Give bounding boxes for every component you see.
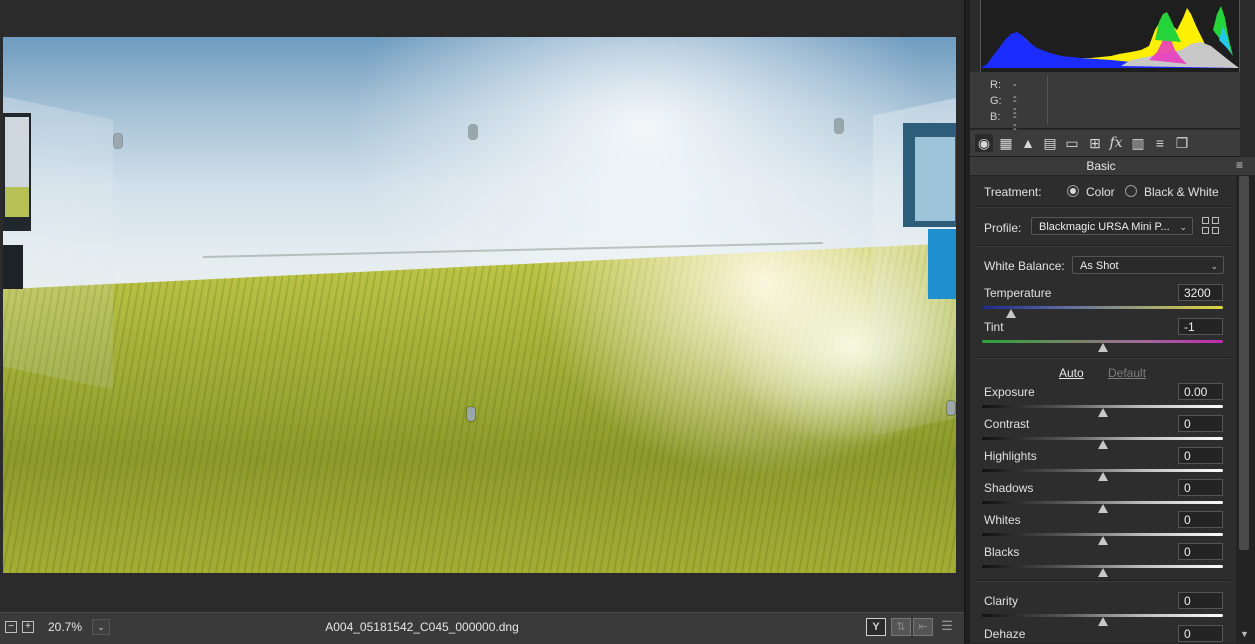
picture-frame-right-low: [928, 229, 956, 299]
b-label: B:: [990, 111, 1001, 123]
treatment-label: Treatment:: [984, 185, 1042, 199]
clarity-slider-thumb[interactable]: [1098, 617, 1108, 626]
rgb-readout: R: --- G: --- B: ---: [970, 72, 1240, 147]
file-name: A004_05181542_C045_000000.dng: [325, 620, 519, 634]
white-balance-select[interactable]: As Shot ⌄: [1072, 256, 1224, 274]
photo-preview[interactable]: [3, 37, 956, 573]
tool-tabs: ◉ ▦ ▲ ▤ ▭ ⊞ fx ▥ ≡ ❐: [970, 130, 1240, 157]
exposure-label: Exposure: [984, 385, 1035, 399]
picture-frame-left-low: [3, 245, 23, 289]
preview-preferences-icon[interactable]: ☰: [938, 618, 956, 634]
whites-label: Whites: [984, 513, 1021, 527]
basic-panel: Treatment: Color Black & White Profile: …: [970, 176, 1236, 643]
tint-label: Tint: [984, 320, 1004, 334]
treatment-color-radio[interactable]: [1067, 185, 1079, 197]
r-label: R:: [990, 79, 1001, 91]
contrast-slider-thumb[interactable]: [1098, 440, 1108, 449]
treatment-color-label[interactable]: Color: [1086, 185, 1115, 199]
exposure-slider-thumb[interactable]: [1098, 408, 1108, 417]
temperature-label: Temperature: [984, 286, 1052, 300]
lens-corrections-icon[interactable]: ⊞: [1086, 134, 1104, 152]
rgb-row-g: G: ---: [990, 95, 1017, 131]
presets-icon[interactable]: ≡: [1151, 134, 1169, 152]
panel-header: Basic ≡: [970, 157, 1255, 176]
white-balance-value: As Shot: [1080, 260, 1119, 272]
highlights-slider-thumb[interactable]: [1098, 472, 1108, 481]
standoff-bolt: [835, 119, 843, 133]
profile-browser-icon[interactable]: [1202, 217, 1220, 235]
standoff-bolt: [114, 134, 122, 148]
divider: [976, 357, 1230, 359]
auto-button[interactable]: Auto: [1059, 366, 1084, 380]
chevron-down-icon: ⌄: [1210, 261, 1218, 271]
dehaze-input[interactable]: 0: [1178, 625, 1223, 642]
panel-menu-icon[interactable]: ≡: [1236, 158, 1243, 172]
dehaze-label: Dehaze: [984, 627, 1026, 641]
contrast-input[interactable]: 0: [1178, 415, 1223, 432]
contrast-label: Contrast: [984, 417, 1030, 431]
before-after-y-button[interactable]: Y: [866, 618, 886, 636]
calibration-film-icon[interactable]: ▥: [1129, 134, 1147, 152]
standoff-bolt: [469, 125, 477, 139]
profile-label: Profile:: [984, 221, 1022, 235]
image-preview-area: − + 20.7% ⌄ A004_05181542_C045_000000.dn…: [0, 0, 964, 644]
default-button[interactable]: Default: [1108, 366, 1146, 380]
snapshots-icon[interactable]: ❐: [1173, 134, 1191, 152]
temperature-slider-track[interactable]: [982, 306, 1223, 309]
standoff-bolt: [947, 401, 955, 415]
blacks-label: Blacks: [984, 545, 1020, 559]
exposure-input[interactable]: 0.00: [1178, 383, 1223, 400]
right-panel: R: --- G: --- B: --- ◉▦▲▤▭⊞fx▥≡❐ Basic ≡…: [970, 0, 1255, 643]
shadows-input[interactable]: 0: [1178, 479, 1223, 496]
divider: [976, 206, 1230, 208]
rgb-separator: [1047, 76, 1048, 124]
detail-triangle-icon[interactable]: ▲: [1019, 134, 1037, 152]
g-label: G:: [990, 95, 1002, 107]
blacks-input[interactable]: 0: [1178, 543, 1223, 560]
temperature-slider-thumb[interactable]: [1006, 309, 1016, 318]
divider: [976, 580, 1230, 582]
aperture-icon[interactable]: ◉: [975, 134, 993, 152]
picture-frame-left-image: [5, 117, 29, 187]
shadows-label: Shadows: [984, 481, 1034, 495]
shadows-slider-thumb[interactable]: [1098, 504, 1108, 513]
panel-scrollbar[interactable]: ▼: [1236, 176, 1255, 643]
fx-icon[interactable]: fx: [1107, 134, 1125, 152]
whites-input[interactable]: 0: [1178, 511, 1223, 528]
profile-select[interactable]: Blackmagic URSA Mini P... ⌄: [1031, 217, 1193, 235]
picture-frame-right-image: [915, 137, 955, 221]
tint-slider-thumb[interactable]: [1098, 343, 1108, 352]
white-balance-label: White Balance:: [984, 259, 1065, 273]
chevron-down-icon: ⌄: [1179, 222, 1187, 232]
scrollbar-thumb[interactable]: [1239, 176, 1249, 550]
divider: [976, 245, 1230, 247]
profile-value: Blackmagic URSA Mini P...: [1039, 221, 1170, 233]
tone-curve-grid-icon[interactable]: ▦: [997, 134, 1015, 152]
histogram: [980, 0, 1240, 73]
hsl-icon[interactable]: ▤: [1041, 134, 1059, 152]
blacks-slider-thumb[interactable]: [1098, 568, 1108, 577]
temperature-input[interactable]: 3200: [1178, 284, 1223, 301]
scroll-down-arrow-icon[interactable]: ▼: [1240, 629, 1249, 639]
clarity-input[interactable]: 0: [1178, 592, 1223, 609]
copy-settings-icon[interactable]: ⇤: [913, 618, 933, 636]
whites-slider-thumb[interactable]: [1098, 536, 1108, 545]
rgb-row-b: B: ---: [990, 111, 1017, 147]
split-toning-icon[interactable]: ▭: [1063, 134, 1081, 152]
clarity-label: Clarity: [984, 594, 1019, 608]
highlights-label: Highlights: [984, 449, 1037, 463]
status-bar: − + 20.7% ⌄ A004_05181542_C045_000000.dn…: [0, 612, 964, 644]
treatment-bw-label[interactable]: Black & White: [1144, 185, 1219, 199]
rgb-row-r: R: ---: [990, 79, 1017, 115]
histogram-graph: [981, 6, 1239, 68]
standoff-bolt: [467, 407, 475, 421]
tint-input[interactable]: -1: [1178, 318, 1223, 335]
panel-title: Basic: [1086, 159, 1116, 173]
highlights-input[interactable]: 0: [1178, 447, 1223, 464]
picture-frame-left-image-lower: [5, 187, 29, 217]
treatment-bw-radio[interactable]: [1125, 185, 1137, 197]
swap-settings-icon[interactable]: ⇅: [891, 618, 911, 636]
